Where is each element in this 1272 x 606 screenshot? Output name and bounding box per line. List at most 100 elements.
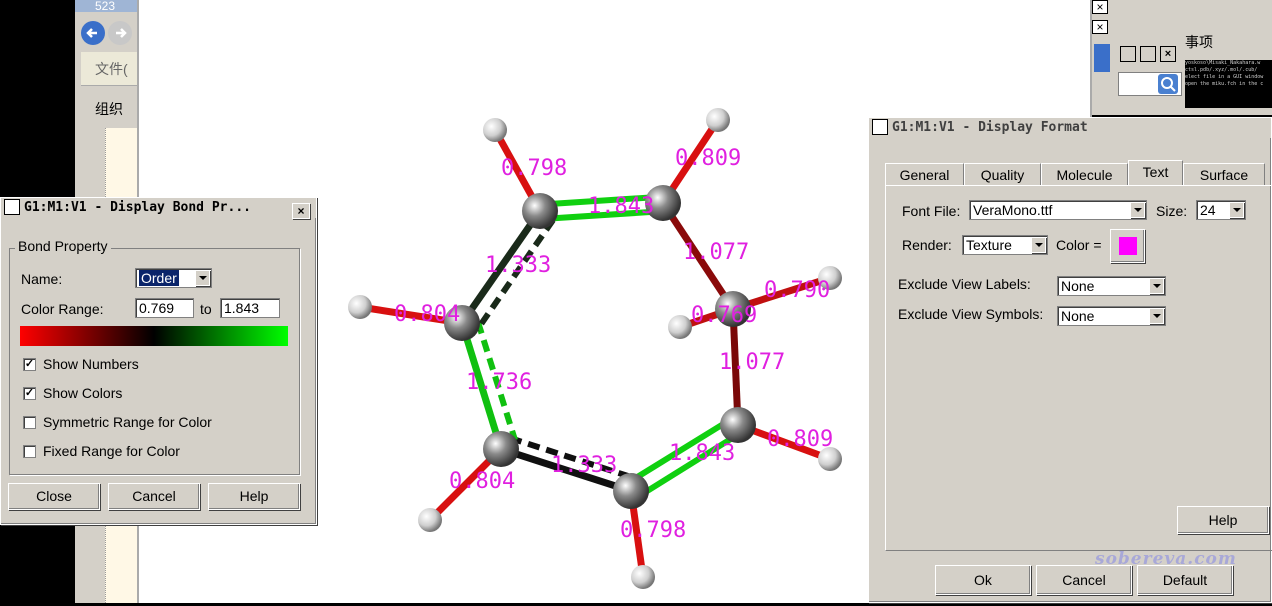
show-numbers-checkbox[interactable]: ✓ bbox=[23, 358, 36, 371]
cancel-button[interactable]: Cancel bbox=[108, 483, 200, 510]
maximize-button[interactable] bbox=[1140, 46, 1156, 62]
range-min-input[interactable]: 0.769 bbox=[135, 298, 194, 318]
exclude-symbols-select[interactable]: None bbox=[1057, 306, 1166, 326]
search-side-icon bbox=[1094, 44, 1110, 72]
bond-label: 0.790 bbox=[764, 278, 830, 303]
name-label: Name: bbox=[21, 271, 63, 287]
chevron-down-icon[interactable] bbox=[1149, 308, 1164, 324]
bond-label: 0.769 bbox=[691, 303, 757, 328]
terminal-window: yoskoso\Misaki_Nakahara.w ctsl.pdb/.xyz/… bbox=[1185, 60, 1272, 108]
name-select[interactable]: Order bbox=[135, 268, 212, 288]
hydrogen-atoms bbox=[348, 108, 842, 589]
font-file-value: VeraMono.ttf bbox=[973, 202, 1053, 218]
fixed-range-checkbox[interactable] bbox=[23, 445, 36, 458]
size-select[interactable]: 24 bbox=[1196, 200, 1246, 220]
range-to-label: to bbox=[200, 301, 212, 317]
display-format-dialog: G1:M1:V1 - Display Format General Qualit… bbox=[868, 117, 1272, 603]
chevron-down-icon[interactable] bbox=[1031, 237, 1046, 253]
show-numbers-label: Show Numbers bbox=[43, 356, 139, 372]
show-colors-label: Show Colors bbox=[43, 385, 123, 401]
bond-label: 0.804 bbox=[394, 302, 460, 327]
close-icon[interactable]: × bbox=[1092, 0, 1108, 14]
forward-button[interactable] bbox=[108, 21, 132, 45]
tab-quality[interactable]: Quality bbox=[964, 163, 1041, 185]
fixed-range-label: Fixed Range for Color bbox=[43, 443, 180, 459]
bond-label: 1.333 bbox=[551, 453, 617, 478]
back-arrow-icon bbox=[86, 28, 97, 38]
bond-property-dialog: G1:M1:V1 - Display Bond Pr... × Bond Pro… bbox=[0, 197, 317, 525]
bond-label: 1.736 bbox=[466, 370, 532, 395]
render-select[interactable]: Texture bbox=[962, 235, 1048, 255]
tab-surface[interactable]: Surface bbox=[1183, 163, 1265, 185]
forward-arrow-icon bbox=[116, 28, 127, 38]
app-icon bbox=[872, 118, 888, 135]
app-icon bbox=[4, 198, 20, 215]
tab-molecule[interactable]: Molecule bbox=[1041, 163, 1128, 185]
tab-text[interactable]: Text bbox=[1128, 160, 1183, 185]
bond-label: 1.843 bbox=[669, 441, 735, 466]
chevron-down-icon[interactable] bbox=[1229, 202, 1244, 218]
symmetric-range-checkbox[interactable] bbox=[23, 416, 36, 429]
help-button[interactable]: Help bbox=[1177, 506, 1269, 534]
color-swatch bbox=[1119, 237, 1137, 255]
exclude-symbols-label: Exclude View Symbols: bbox=[898, 306, 1044, 322]
dialog-title: G1:M1:V1 - Display Format bbox=[892, 120, 1088, 135]
tab-bar: General Quality Molecule Text Surface bbox=[885, 160, 1272, 186]
ok-button[interactable]: Ok bbox=[935, 565, 1031, 595]
bond-label: 0.804 bbox=[449, 469, 515, 494]
chevron-down-icon[interactable] bbox=[1130, 202, 1145, 218]
font-file-label: Font File: bbox=[902, 203, 961, 219]
bond-label: 1.333 bbox=[485, 253, 551, 278]
close-icon[interactable]: × bbox=[1092, 20, 1108, 34]
terminal-line: open the miku.fch in the c bbox=[1185, 81, 1264, 87]
show-colors-checkbox[interactable]: ✓ bbox=[23, 387, 36, 400]
bond-label: 0.809 bbox=[675, 146, 741, 171]
organize-menu[interactable]: 组织 bbox=[81, 92, 137, 126]
group-label: Bond Property bbox=[15, 238, 111, 254]
exclude-labels-label: Exclude View Labels: bbox=[898, 276, 1031, 292]
topright-label: 事项 bbox=[1185, 34, 1213, 50]
bond-label: 0.798 bbox=[620, 518, 686, 543]
render-label: Render: bbox=[902, 237, 952, 253]
help-button[interactable]: Help bbox=[208, 483, 300, 510]
exclude-labels-select[interactable]: None bbox=[1057, 276, 1166, 296]
tab-general[interactable]: General bbox=[885, 163, 964, 185]
cancel-button[interactable]: Cancel bbox=[1036, 565, 1132, 595]
font-file-select[interactable]: VeraMono.ttf bbox=[969, 200, 1147, 220]
terminal-line: ctsl.pdb/.xyz/.mol/.cub/ bbox=[1185, 67, 1258, 73]
search-icon[interactable] bbox=[1158, 74, 1178, 94]
magnifier-icon bbox=[1161, 77, 1176, 92]
chevron-down-icon[interactable] bbox=[1149, 278, 1164, 294]
bond-label: 0.809 bbox=[767, 427, 833, 452]
exclude-symbols-value: None bbox=[1061, 308, 1095, 324]
color-range-label: Color Range: bbox=[21, 301, 104, 317]
file-menu[interactable]: 文件( bbox=[81, 52, 137, 86]
minimize-button[interactable] bbox=[1120, 46, 1136, 62]
text-color-button[interactable] bbox=[1110, 229, 1145, 263]
format-dialog-titlebar[interactable]: G1:M1:V1 - Display Format bbox=[869, 118, 1271, 138]
close-icon[interactable]: × bbox=[292, 203, 310, 219]
name-select-value: Order bbox=[139, 270, 179, 286]
bond-label: 1.077 bbox=[719, 350, 785, 375]
chevron-down-icon[interactable] bbox=[195, 270, 210, 286]
exclude-labels-value: None bbox=[1061, 278, 1095, 294]
default-button[interactable]: Default bbox=[1137, 565, 1233, 595]
bond-label: 1.077 bbox=[683, 240, 749, 265]
dialog-title: G1:M1:V1 - Display Bond Pr... bbox=[24, 200, 251, 215]
close-button[interactable]: Close bbox=[8, 483, 100, 510]
range-max-input[interactable]: 1.843 bbox=[220, 298, 280, 318]
close-icon[interactable]: × bbox=[1160, 46, 1176, 62]
symmetric-range-label: Symmetric Range for Color bbox=[43, 414, 212, 430]
explorer-title: 523 bbox=[75, 0, 137, 12]
size-label: Size: bbox=[1156, 203, 1188, 219]
color-gradient-bar bbox=[20, 326, 288, 346]
bond-dialog-titlebar[interactable]: G1:M1:V1 - Display Bond Pr... bbox=[1, 198, 316, 218]
render-value: Texture bbox=[966, 237, 1012, 253]
terminal-line: yoskoso\Misaki_Nakahara.w bbox=[1185, 60, 1261, 66]
bond-label: 1.843 bbox=[588, 194, 654, 219]
size-value: 24 bbox=[1200, 202, 1216, 218]
color-label: Color = bbox=[1056, 237, 1102, 253]
terminal-line: elect file in a GUI window bbox=[1185, 74, 1264, 80]
back-button[interactable] bbox=[81, 21, 105, 45]
bond-label: 0.798 bbox=[501, 156, 567, 181]
